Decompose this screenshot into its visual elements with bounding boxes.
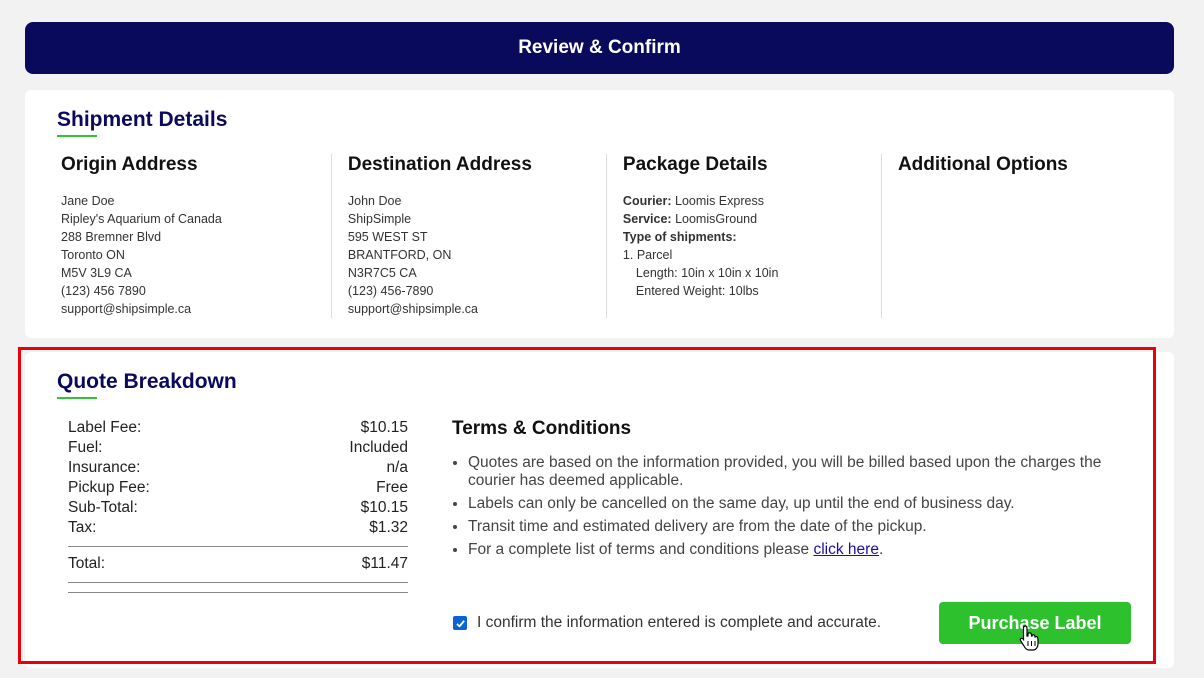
destination-line: support@shipsimple.ca [347, 302, 478, 316]
page-title: Review & Confirm [518, 37, 681, 58]
fee-value: Included [349, 439, 408, 456]
terms-link-prefix: For a complete list of terms and conditi… [468, 541, 814, 558]
package-details-column: Package Details Courier: Loomis Express … [607, 154, 882, 318]
shipment-details-card: Shipment Details Origin Address Jane Doe… [25, 90, 1174, 338]
fee-value: $10.15 [360, 499, 408, 516]
destination-line: BRANTFORD, ON [347, 248, 452, 262]
package-details-title: Package Details [622, 154, 768, 175]
destination-line: (123) 456-7890 [347, 284, 434, 298]
terms-list: Quotes are based on the information prov… [452, 454, 1142, 559]
fee-row-insurance: Insurance: n/a [68, 458, 408, 478]
confirm-checkbox[interactable] [453, 616, 467, 630]
confirm-row: I confirm the information entered is com… [453, 614, 881, 632]
fee-value: $1.32 [369, 519, 408, 536]
origin-line: M5V 3L9 CA [61, 266, 132, 280]
quote-breakdown-card: Quote Breakdown Label Fee: $10.15 Fuel: In… [25, 352, 1174, 668]
service-value: LoomisGround [675, 212, 758, 226]
fee-divider [68, 592, 408, 593]
service-label: Service: [622, 212, 672, 226]
parcel-item: 1. Parcel [622, 248, 673, 262]
origin-line: Ripley's Aquarium of Canada [61, 212, 222, 226]
destination-line: N3R7C5 CA [347, 266, 417, 280]
fee-row-subtotal: Sub-Total: $10.15 [68, 498, 408, 518]
origin-line: Jane Doe [61, 194, 115, 208]
fee-row-tax: Tax: $1.32 [68, 518, 408, 538]
fee-row-fuel: Fuel: Included [68, 438, 408, 458]
page-header: Review & Confirm [25, 22, 1174, 74]
additional-options-title: Additional Options [897, 154, 1068, 175]
terms-item: Quotes are based on the information prov… [468, 454, 1142, 490]
fee-label: Sub-Total: [68, 499, 138, 516]
fee-divider [68, 546, 408, 547]
origin-line: (123) 456 7890 [61, 284, 146, 298]
terms-title: Terms & Conditions [452, 418, 632, 439]
origin-address-title: Origin Address [61, 154, 198, 175]
terms-item-link: For a complete list of terms and conditi… [468, 541, 1142, 559]
shipment-types-label: Type of shipments: [622, 230, 737, 244]
origin-line: support@shipsimple.ca [61, 302, 192, 316]
fee-label: Tax: [68, 519, 97, 536]
total-label: Total: [68, 555, 106, 572]
title-underline [57, 397, 97, 399]
total-value: $11.47 [361, 555, 408, 572]
fee-value: Free [376, 479, 408, 496]
destination-line: John Doe [347, 194, 402, 208]
shipment-columns: Origin Address Jane Doe Ripley's Aquariu… [57, 154, 1157, 318]
confirm-label[interactable]: I confirm the information entered is com… [477, 614, 881, 632]
fee-value: n/a [386, 459, 408, 476]
destination-line: 595 WEST ST [347, 230, 428, 244]
fee-label: Fuel: [68, 439, 103, 456]
terms-section: Terms & Conditions Quotes are based on t… [452, 418, 1142, 564]
origin-line: 288 Bremner Blvd [61, 230, 162, 244]
fee-label: Label Fee: [68, 419, 142, 436]
shipment-details-title-text: Shipment Details [57, 108, 228, 131]
origin-address-column: Origin Address Jane Doe Ripley's Aquariu… [57, 154, 332, 318]
courier-value: Loomis Express [675, 194, 764, 208]
shipment-details-title: Shipment Details [57, 108, 228, 137]
destination-line: ShipSimple [347, 212, 412, 226]
fee-value: $10.15 [360, 419, 408, 436]
fee-row-pickup: Pickup Fee: Free [68, 478, 408, 498]
additional-options-column: Additional Options [882, 154, 1157, 318]
fee-label: Pickup Fee: [68, 479, 150, 496]
fee-divider [68, 582, 408, 583]
quote-breakdown-title: Quote Breakdown [57, 370, 237, 399]
destination-address-title: Destination Address [347, 154, 532, 175]
fee-label: Insurance: [68, 459, 141, 476]
parcel-weight: Entered Weight: 10lbs [635, 284, 759, 298]
terms-item: Labels can only be cancelled on the same… [468, 495, 1142, 513]
fee-list: Label Fee: $10.15 Fuel: Included Insurance… [68, 418, 408, 593]
terms-link-suffix: . [878, 541, 884, 558]
origin-line: Toronto ON [61, 248, 125, 262]
destination-address-column: Destination Address John Doe ShipSimple … [332, 154, 607, 318]
terms-click-here-link[interactable]: click here [813, 541, 878, 558]
courier-label: Courier: [622, 194, 672, 208]
checkmark-icon [455, 619, 465, 628]
service-line: Service: LoomisGround [623, 210, 869, 228]
title-underline [57, 135, 97, 137]
fee-row-total: Total: $11.47 [68, 554, 408, 574]
quote-breakdown-title-text: Quote Breakdown [57, 370, 237, 393]
hand-cursor-icon [1019, 625, 1039, 651]
courier-line: Courier: Loomis Express [623, 192, 869, 210]
terms-item: Transit time and estimated delivery are … [468, 518, 1142, 536]
shipment-types-line: Type of shipments: [623, 228, 869, 246]
fee-row-label-fee: Label Fee: $10.15 [68, 418, 408, 438]
parcel-length: Length: 10in x 10in x 10in [635, 266, 779, 280]
